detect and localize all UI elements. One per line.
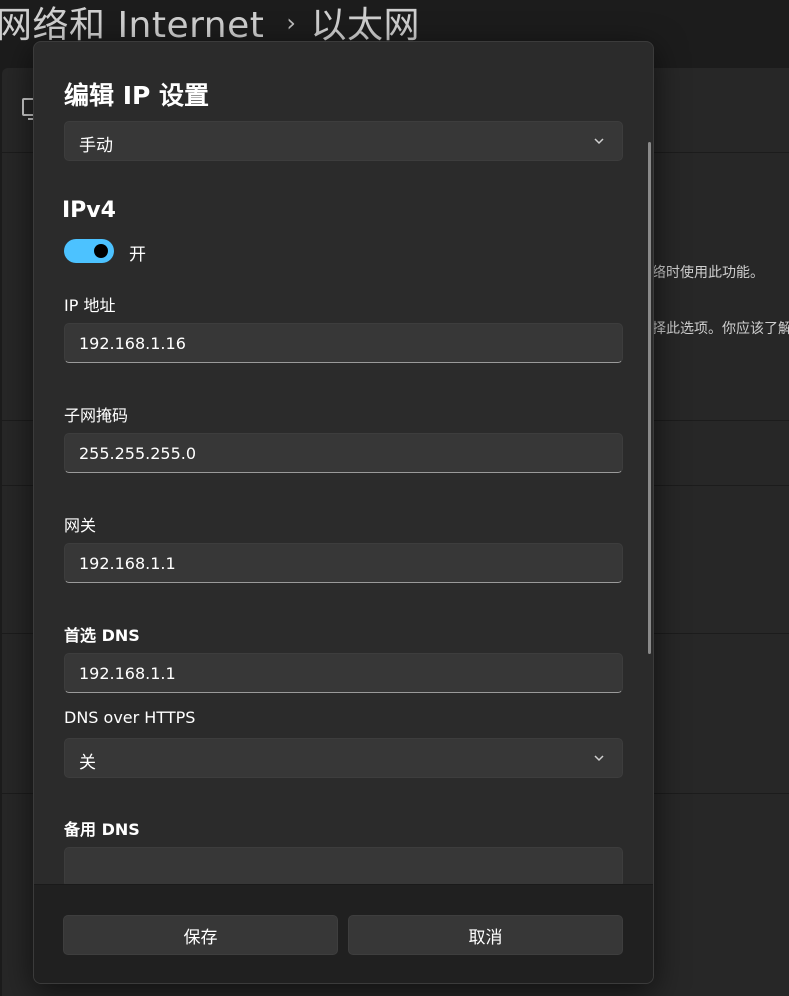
ip-address-label: IP 地址 (64, 296, 116, 315)
chevron-down-icon (594, 755, 604, 762)
breadcrumb-current: 以太网 (310, 5, 421, 46)
settings-window: 网络和 Internet › 以太网 络时使用此功能。 择此选项。你应该了解 编辑 … (0, 0, 789, 996)
cancel-button[interactable]: 取消 (348, 915, 623, 955)
gateway-label: 网关 (64, 516, 97, 535)
background-description: 络时使用此功能。 (652, 265, 764, 281)
save-button[interactable]: 保存 (63, 915, 338, 955)
edit-ip-dialog: 编辑 IP 设置 手动 IPv4 开 IP 地址 子网掩码 网关 首选 DNS … (33, 41, 654, 984)
dialog-title: 编辑 IP 设置 (64, 81, 210, 110)
ipv4-toggle[interactable] (64, 239, 114, 263)
ip-mode-value: 手动 (79, 136, 113, 156)
ipv4-toggle-label: 开 (129, 245, 146, 265)
subnet-mask-label: 子网掩码 (64, 406, 129, 425)
dns-over-https-label: DNS over HTTPS (64, 708, 196, 727)
preferred-dns-input[interactable] (64, 653, 623, 693)
gateway-input[interactable] (64, 543, 623, 583)
ip-mode-dropdown[interactable]: 手动 (64, 121, 623, 161)
breadcrumb-parent[interactable]: 网络和 Internet (0, 5, 264, 46)
chevron-down-icon (594, 138, 604, 145)
ip-address-input[interactable] (64, 323, 623, 363)
subnet-mask-input[interactable] (64, 433, 623, 473)
toggle-knob (94, 244, 108, 258)
preferred-dns-label: 首选 DNS (64, 626, 140, 645)
alternate-dns-label: 备用 DNS (64, 820, 140, 839)
dns-over-https-value: 关 (79, 753, 96, 773)
background-description: 择此选项。你应该了解 (652, 321, 789, 337)
ipv4-section-title: IPv4 (62, 198, 116, 223)
breadcrumb-chevron-icon: › (286, 9, 297, 37)
dns-over-https-dropdown[interactable]: 关 (64, 738, 623, 778)
dialog-scroll-area[interactable]: 编辑 IP 设置 手动 IPv4 开 IP 地址 子网掩码 网关 首选 DNS … (34, 42, 653, 884)
alternate-dns-input[interactable] (64, 847, 623, 884)
dialog-scrollbar[interactable] (648, 142, 651, 654)
dialog-footer: 保存 取消 (34, 884, 653, 983)
